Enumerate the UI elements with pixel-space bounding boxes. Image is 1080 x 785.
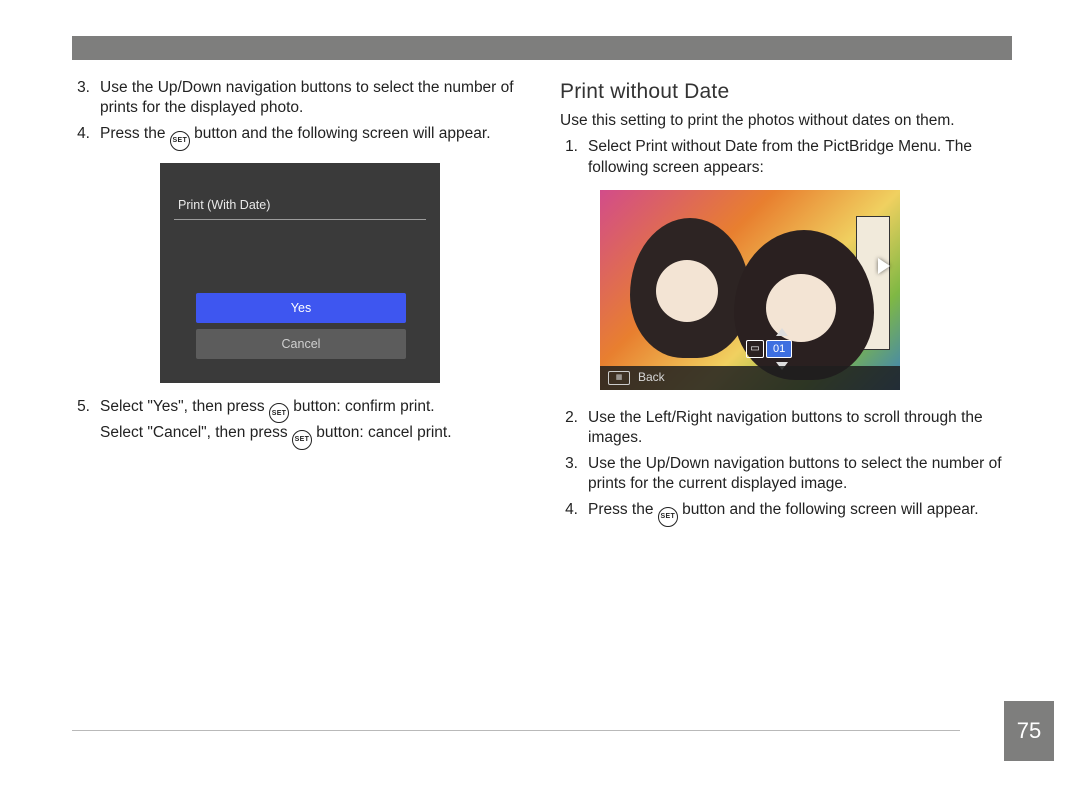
text-fragment: Select "Yes", then press bbox=[100, 398, 269, 415]
divider bbox=[174, 219, 426, 220]
photo-preview: ▭ 01 bbox=[600, 190, 900, 390]
step-number: 5. bbox=[72, 397, 90, 450]
text-fragment: button: confirm print. bbox=[293, 398, 434, 415]
set-button-icon: SET bbox=[170, 131, 190, 151]
text-fragment: button: cancel print. bbox=[316, 424, 451, 441]
text-fragment: Select "Cancel", then press bbox=[100, 424, 292, 441]
print-count: 01 bbox=[766, 340, 792, 358]
set-button-icon: SET bbox=[292, 430, 312, 450]
step-4: 4. Press the SET button and the followin… bbox=[72, 124, 524, 151]
text-fragment: button and the following screen will app… bbox=[682, 501, 978, 518]
back-label: Back bbox=[638, 370, 665, 386]
content-columns: 3. Use the Up/Down navigation buttons to… bbox=[72, 78, 1012, 533]
step-2: 2. Use the Left/Right navigation buttons… bbox=[560, 408, 1012, 448]
section-intro: Use this setting to print the photos wit… bbox=[560, 111, 1012, 131]
manual-page: 3. Use the Up/Down navigation buttons to… bbox=[0, 0, 1080, 785]
option-yes: Yes bbox=[196, 293, 406, 323]
text-fragment: button and the following screen will app… bbox=[194, 125, 490, 142]
step-number: 1. bbox=[560, 137, 578, 177]
step-text: Use the Up/Down navigation buttons to se… bbox=[588, 454, 1012, 494]
step-text: Select Print without Date from the PictB… bbox=[588, 137, 1012, 177]
next-arrow-icon bbox=[878, 258, 890, 274]
step-4: 4. Press the SET button and the followin… bbox=[560, 500, 1012, 527]
step-3: 3. Use the Up/Down navigation buttons to… bbox=[560, 454, 1012, 494]
step-number: 3. bbox=[72, 78, 90, 118]
set-button-icon: SET bbox=[658, 507, 678, 527]
step-1: 1. Select Print without Date from the Pi… bbox=[560, 137, 1012, 177]
step-3: 3. Use the Up/Down navigation buttons to… bbox=[72, 78, 524, 118]
section-heading: Print without Date bbox=[560, 78, 1012, 105]
camera-bottom-bar: ▦ Back bbox=[600, 366, 900, 390]
dialog-title: Print (With Date) bbox=[178, 197, 270, 213]
header-bar bbox=[72, 36, 1012, 60]
camera-screen-print-with-date: Print (With Date) Yes Cancel bbox=[160, 163, 440, 383]
step-text: Press the SET button and the following s… bbox=[588, 500, 1012, 527]
decorative-doll bbox=[630, 218, 750, 358]
print-icon: ▭ bbox=[746, 340, 764, 358]
footer-divider bbox=[72, 730, 960, 731]
step-number: 2. bbox=[560, 408, 578, 448]
step-text: Use the Left/Right navigation buttons to… bbox=[588, 408, 1012, 448]
step-5: 5. Select "Yes", then press SET button: … bbox=[72, 397, 524, 450]
text-fragment: Press the bbox=[100, 125, 170, 142]
print-count-badge: ▭ 01 bbox=[746, 340, 792, 358]
step-text: Select "Yes", then press SET button: con… bbox=[100, 397, 524, 450]
option-cancel: Cancel bbox=[196, 329, 406, 359]
set-button-icon: SET bbox=[269, 403, 289, 423]
step-text: Use the Up/Down navigation buttons to se… bbox=[100, 78, 524, 118]
menu-icon: ▦ bbox=[608, 371, 630, 385]
right-column: Print without Date Use this setting to p… bbox=[560, 78, 1012, 533]
step-number: 3. bbox=[560, 454, 578, 494]
page-number: 75 bbox=[1004, 701, 1054, 761]
chevron-up-icon bbox=[776, 328, 788, 336]
left-column: 3. Use the Up/Down navigation buttons to… bbox=[72, 78, 524, 533]
step-number: 4. bbox=[560, 500, 578, 527]
step-number: 4. bbox=[72, 124, 90, 151]
camera-screen-preview: ▭ 01 ▦ Back bbox=[600, 190, 900, 390]
text-fragment: Press the bbox=[588, 501, 658, 518]
step-text: Press the SET button and the following s… bbox=[100, 124, 524, 151]
